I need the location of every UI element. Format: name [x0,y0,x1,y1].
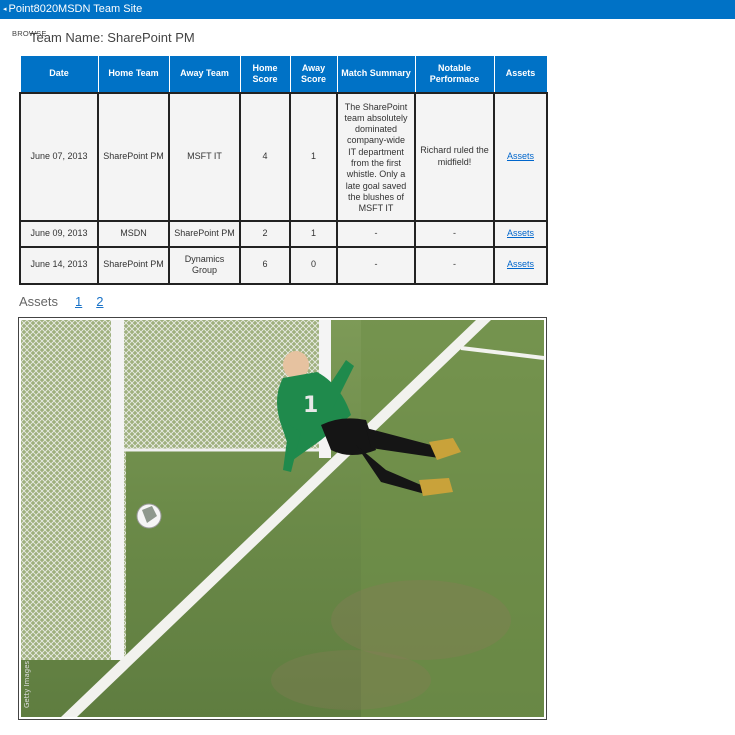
suite-bar: ◂ Point8020MSDN Team Site [0,0,735,19]
table-row: June 14, 2013 SharePoint PM Dynamics Gro… [19,245,548,285]
cell-away-team: SharePoint PM [168,219,241,248]
cell-notable-performance: - [414,219,495,248]
cell-notable-performance: Richard ruled the midfield! [414,91,495,222]
cell-match-summary: The SharePoint team absolutely dominated… [336,91,416,222]
cell-away-team: MSFT IT [168,91,241,222]
matches-table: Date Home Team Away Team Home Score Away… [19,55,548,285]
asset-photo-frame: 1 Getty Images [18,317,547,720]
assets-link[interactable]: Assets [507,259,534,269]
table-header-row: Date Home Team Away Team Home Score Away… [19,55,548,93]
cell-assets: Assets [493,219,548,248]
photo-watermark: Getty Images [23,660,31,708]
assets-label: Assets [19,294,59,309]
cell-away-score: 0 [289,245,338,285]
assets-link[interactable]: Assets [507,151,534,161]
cell-home-team: SharePoint PM [97,245,170,285]
cell-assets: Assets [493,91,548,222]
svg-text:1: 1 [303,393,318,418]
header-notable-performance[interactable]: Notable Performace [414,55,495,93]
back-arrow-icon[interactable]: ◂ [3,0,7,19]
page-link-1[interactable]: 1 [75,294,82,309]
header-away-team[interactable]: Away Team [168,55,241,93]
cell-home-score: 2 [239,219,291,248]
header-home-score[interactable]: Home Score [239,55,291,93]
header-match-summary[interactable]: Match Summary [336,55,416,93]
cell-date: June 09, 2013 [19,219,99,248]
header-date[interactable]: Date [19,55,99,93]
site-title-link[interactable]: Point8020MSDN Team Site [9,0,143,19]
table-row: June 07, 2013 SharePoint PM MSFT IT 4 1 … [19,91,548,222]
cell-match-summary: - [336,245,416,285]
cell-home-team: MSDN [97,219,170,248]
header-home-team[interactable]: Home Team [97,55,170,93]
page-link-2[interactable]: 2 [96,294,103,309]
cell-home-score: 6 [239,245,291,285]
cell-home-score: 4 [239,91,291,222]
goalkeeper-photo: 1 Getty Images [21,320,544,717]
header-away-score[interactable]: Away Score [289,55,338,93]
cell-away-team: Dynamics Group [168,245,241,285]
cell-away-score: 1 [289,91,338,222]
cell-date: June 07, 2013 [19,91,99,222]
header-assets[interactable]: Assets [493,55,548,93]
cell-date: June 14, 2013 [19,245,99,285]
cell-home-team: SharePoint PM [97,91,170,222]
table-row: June 09, 2013 MSDN SharePoint PM 2 1 - -… [19,219,548,248]
team-name-heading: Team Name: SharePoint PM [30,33,195,43]
cell-assets: Assets [493,245,548,285]
assets-pager: Assets 1 2 [19,294,117,309]
cell-notable-performance: - [414,245,495,285]
assets-link[interactable]: Assets [507,228,534,238]
cell-away-score: 1 [289,219,338,248]
cell-match-summary: - [336,219,416,248]
